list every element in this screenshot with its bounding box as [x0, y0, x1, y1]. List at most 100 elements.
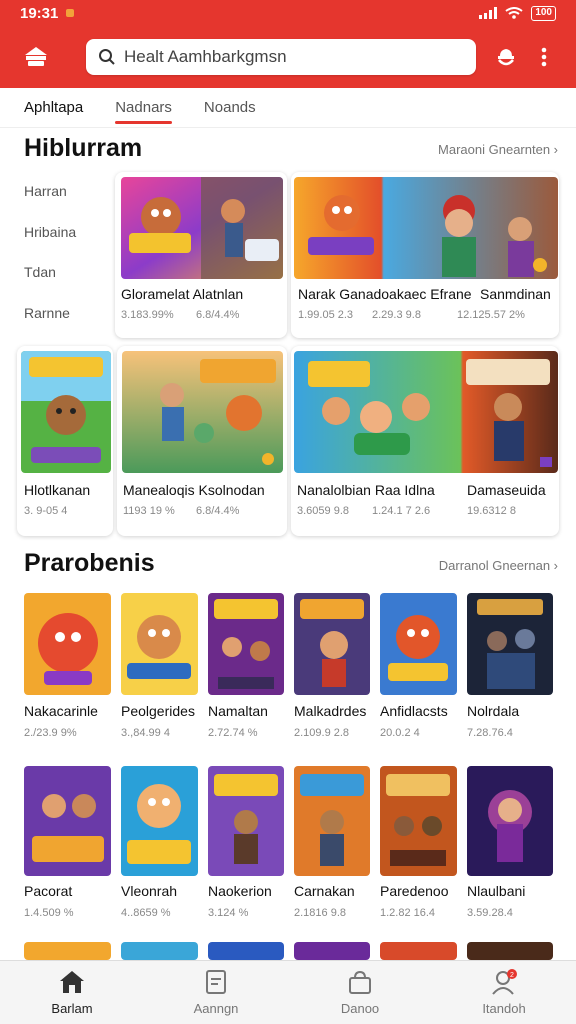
- app-screen: 19:31 100 Healt Aamhbarkgmsn Aphltapa Na…: [0, 0, 576, 1024]
- game-title: Naokerion: [208, 883, 272, 899]
- nav-store[interactable]: Danoo: [288, 961, 432, 1024]
- section-title: Prarobenis: [24, 549, 155, 577]
- game-thumbnail[interactable]: [24, 942, 111, 960]
- game-size: 1.24.1 7 2.6: [372, 505, 431, 517]
- game-title: Narak Ganadoakaec Efrane: [298, 286, 472, 302]
- game-rating: 20.0.2 4: [380, 727, 420, 739]
- game-title: Hlotlkanan: [24, 482, 91, 498]
- app-bar: [0, 26, 576, 88]
- game-thumbnail[interactable]: [21, 351, 111, 473]
- game-thumbnail[interactable]: [121, 177, 283, 279]
- home-icon: [60, 971, 84, 993]
- category-item[interactable]: Rarnne: [24, 300, 114, 341]
- game-title: Malkadrdes: [294, 703, 367, 719]
- section-see-all-link[interactable]: Darranol Gneernan ›: [439, 558, 558, 573]
- category-list: Harran Hribaina Tdan Rarnne: [24, 178, 114, 340]
- game-title: Nakacarinle: [24, 703, 98, 719]
- game-thumbnail[interactable]: [294, 177, 558, 279]
- game-rating: 1.2.82 16.4: [380, 907, 436, 919]
- game-rating: 1.99.05 2.3: [298, 309, 354, 321]
- app-logo-icon[interactable]: [14, 35, 58, 79]
- search-input[interactable]: [124, 47, 464, 67]
- game-rating: 3. 9-05 4: [24, 505, 68, 517]
- game-title: Nolrdala: [467, 703, 520, 719]
- voice-search-icon[interactable]: [488, 39, 524, 75]
- tab-noands[interactable]: Noands: [204, 89, 256, 126]
- search-icon: [99, 49, 115, 65]
- game-thumbnail[interactable]: [467, 942, 553, 960]
- game-rating: 3.59.28.4: [467, 907, 513, 919]
- game-thumbnail[interactable]: [208, 766, 284, 876]
- game-title: Paredenoo: [380, 883, 449, 899]
- nav-profile[interactable]: 2 Itandoh: [432, 961, 576, 1024]
- game-title: Gloramelat Alatnlan: [121, 286, 244, 302]
- nav-label: Barlam: [51, 1001, 93, 1016]
- battery-icon: 100: [531, 5, 556, 21]
- game-rating: 2.72.74 %: [208, 727, 258, 739]
- game-rating: 2./23.9 9%: [24, 727, 77, 739]
- game-title: Vleonrah: [121, 883, 178, 899]
- game-rating: 1193 19 %: [123, 505, 175, 517]
- nav-label: Aanngn: [193, 1001, 239, 1016]
- game-title: Namaltan: [208, 703, 268, 719]
- nav-label: Itandoh: [482, 1001, 526, 1016]
- game-thumbnail[interactable]: [380, 942, 457, 960]
- status-bar: 19:31 100: [0, 0, 576, 26]
- game-title: Nlaulbani: [467, 883, 526, 899]
- tab-aphltapa[interactable]: Aphltapa: [24, 89, 83, 126]
- status-time: 19:31: [20, 4, 59, 22]
- signal-icon: [479, 7, 498, 19]
- game-thumbnail[interactable]: [121, 766, 198, 876]
- game-rating: 3.124 %: [208, 907, 249, 919]
- category-item[interactable]: Harran: [24, 178, 114, 219]
- game-thumbnail[interactable]: [380, 593, 457, 695]
- game-title: Manealoqis Ksolnodan: [123, 482, 265, 498]
- game-title: Damaseuida: [467, 482, 546, 498]
- game-rating: 4..8659 %: [121, 907, 171, 919]
- game-thumbnail[interactable]: [294, 351, 558, 473]
- game-thumbnail[interactable]: [467, 593, 553, 695]
- more-options-icon[interactable]: [534, 39, 554, 75]
- game-size: 6.8/4.4%: [196, 505, 240, 517]
- game-rating: 2.109.9 2.8: [294, 727, 350, 739]
- game-thumbnail[interactable]: [24, 766, 111, 876]
- nav-list[interactable]: Aanngn: [144, 961, 288, 1024]
- game-rating: 3.183.99%: [121, 309, 174, 321]
- game-rating: 2.1816 9.8: [294, 907, 346, 919]
- game-thumbnail[interactable]: [121, 593, 198, 695]
- profile-icon: 2: [492, 969, 517, 995]
- game-size: 2.29.3 9.8: [372, 309, 421, 321]
- game-thumbnail[interactable]: [208, 593, 284, 695]
- game-thumbnail[interactable]: [294, 766, 370, 876]
- bag-icon: [349, 970, 371, 994]
- game-title: Nanalolbian Raa Idlna: [297, 482, 435, 498]
- game-size: 6.8/4.4%: [196, 309, 240, 321]
- game-title: Pacorat: [24, 883, 73, 899]
- tab-nadnars[interactable]: Nadnars: [115, 89, 172, 126]
- game-title: Anfidlacsts: [380, 703, 448, 719]
- nav-home[interactable]: Barlam: [0, 961, 144, 1024]
- section-see-all-link[interactable]: Maraoni Gnearnten ›: [438, 142, 558, 157]
- game-thumbnail[interactable]: [121, 942, 198, 960]
- game-thumbnail[interactable]: [467, 766, 553, 876]
- game-thumbnail[interactable]: [294, 593, 370, 695]
- notification-icon: [66, 9, 75, 17]
- game-thumbnail[interactable]: [380, 766, 457, 876]
- nav-label: Danoo: [340, 1001, 380, 1016]
- game-title: Carnakan: [294, 883, 355, 899]
- notification-badge: 2: [510, 972, 514, 979]
- game-rating: 12.125.57 2%: [457, 309, 525, 321]
- game-rating: 7.28.76.4: [467, 727, 513, 739]
- document-icon: [206, 970, 226, 994]
- game-thumbnail[interactable]: [294, 942, 370, 960]
- game-title: Sanmdinan: [480, 286, 551, 302]
- game-thumbnail[interactable]: [24, 593, 111, 695]
- search-bar[interactable]: [86, 39, 476, 75]
- section-title: Hiblurram: [24, 134, 143, 162]
- game-rating: 3.,84.99 4: [121, 727, 170, 739]
- game-thumbnail[interactable]: [208, 942, 284, 960]
- wifi-icon: [505, 7, 523, 19]
- category-item[interactable]: Hribaina: [24, 219, 114, 260]
- game-thumbnail[interactable]: [122, 351, 283, 473]
- category-item[interactable]: Tdan: [24, 259, 114, 300]
